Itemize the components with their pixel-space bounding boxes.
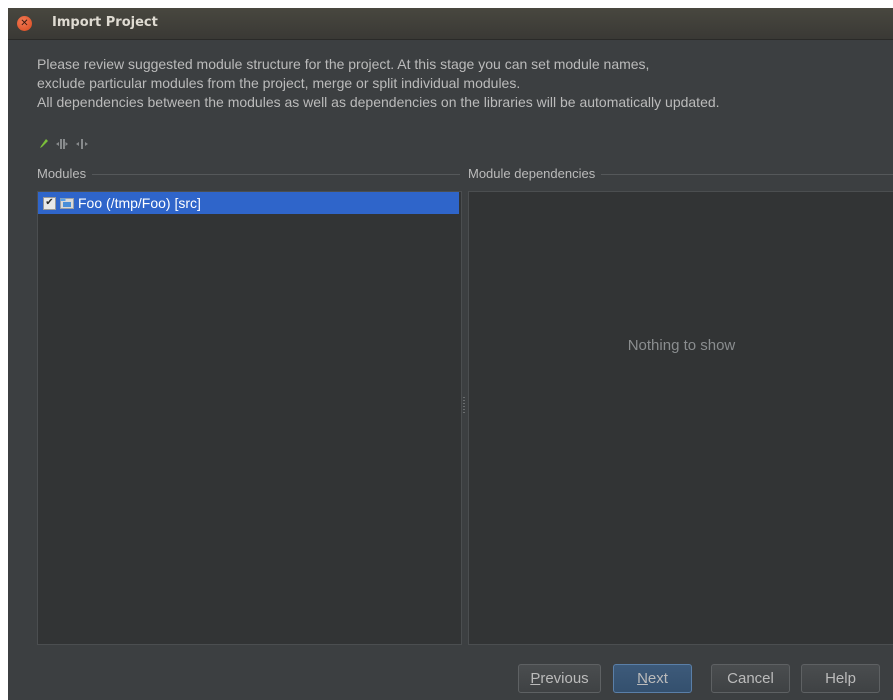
next-mnemonic: N bbox=[637, 670, 648, 687]
next-button[interactable]: Next bbox=[613, 664, 692, 693]
module-folder-icon bbox=[60, 198, 74, 209]
cancel-label: Cancel bbox=[727, 670, 774, 687]
rename-module-button[interactable] bbox=[39, 138, 49, 150]
close-icon: ✕ bbox=[20, 17, 29, 29]
module-label: Foo (/tmp/Foo) [src] bbox=[78, 195, 201, 211]
checkmark-icon: ✔ bbox=[45, 197, 54, 208]
merge-modules-button[interactable] bbox=[55, 138, 69, 150]
module-checkbox[interactable]: ✔ bbox=[43, 196, 56, 210]
cancel-button[interactable]: Cancel bbox=[711, 664, 790, 693]
modules-tree[interactable]: ✔ Foo (/tmp/Foo) [src] bbox=[37, 191, 462, 645]
split-module-button[interactable] bbox=[75, 138, 89, 150]
description-text: Please review suggested module structure… bbox=[37, 55, 887, 112]
description-line-2: exclude particular modules from the proj… bbox=[37, 75, 521, 91]
dependencies-label: Module dependencies bbox=[468, 166, 602, 181]
modules-label: Modules bbox=[37, 166, 93, 181]
next-label: ext bbox=[647, 670, 668, 687]
rename-icon bbox=[40, 139, 48, 148]
split-module-icon bbox=[76, 139, 88, 149]
module-row-foo[interactable]: ✔ Foo (/tmp/Foo) [src] bbox=[38, 192, 459, 214]
panel-splitter[interactable] bbox=[463, 397, 465, 413]
dialog-title: Import Project bbox=[52, 15, 158, 30]
merge-modules-icon bbox=[56, 139, 68, 149]
module-toolbar bbox=[39, 137, 89, 151]
empty-state-text: Nothing to show bbox=[627, 337, 736, 354]
modules-separator bbox=[37, 174, 460, 175]
title-bar: ✕ Import Project bbox=[8, 8, 893, 40]
previous-mnemonic: P bbox=[530, 670, 541, 687]
import-project-dialog: ✕ Import Project Please review suggested… bbox=[8, 8, 893, 700]
description-line-1: Please review suggested module structure… bbox=[37, 56, 650, 72]
previous-label: revious bbox=[540, 670, 589, 687]
description-line-3: All dependencies between the modules as … bbox=[37, 94, 720, 110]
previous-button[interactable]: Previous bbox=[518, 664, 601, 693]
help-label: Help bbox=[825, 670, 856, 687]
dependencies-panel[interactable]: Nothing to show bbox=[468, 191, 893, 645]
help-button[interactable]: Help bbox=[801, 664, 880, 693]
close-window-button[interactable]: ✕ bbox=[17, 16, 32, 31]
